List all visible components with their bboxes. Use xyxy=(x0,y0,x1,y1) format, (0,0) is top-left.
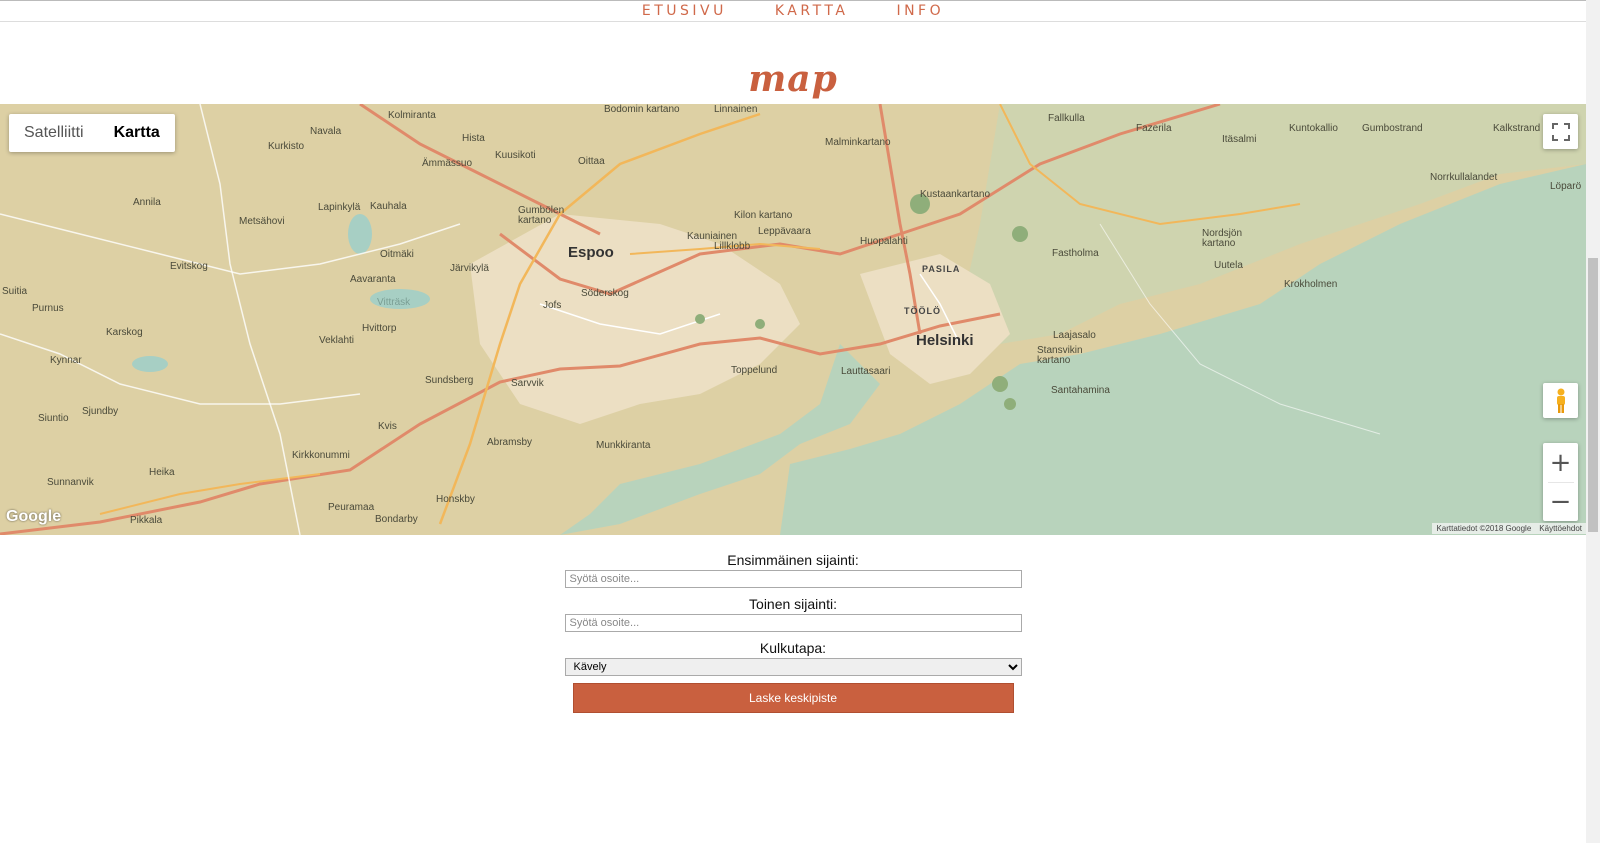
map-label: Kolmiranta xyxy=(388,110,436,121)
map-label: Jofs xyxy=(543,300,562,311)
map-label: Oitmäki xyxy=(380,249,414,260)
site-logo[interactable]: map xyxy=(0,58,1586,100)
fullscreen-button[interactable] xyxy=(1543,114,1578,149)
map-label: Stansvikin kartano xyxy=(1037,345,1083,366)
map-label: Evitskog xyxy=(170,261,208,272)
map-label: Pikkala xyxy=(130,515,163,526)
map-label-pasila: PASILA xyxy=(922,264,961,274)
map-label: Lauttasaari xyxy=(841,366,891,377)
map-label-helsinki: Helsinki xyxy=(916,332,974,349)
map-label: Fazerila xyxy=(1136,123,1172,134)
fullscreen-icon xyxy=(1551,122,1570,141)
map-label: Järvikylä xyxy=(450,263,489,274)
map-label: Huopalahti xyxy=(860,236,908,247)
travel-mode-select[interactable]: Kävely xyxy=(564,658,1022,676)
top-nav: ETUSIVU KARTTA INFO xyxy=(0,0,1586,22)
map-label: Kilon kartano xyxy=(734,210,793,221)
map-label: Hista xyxy=(462,133,485,144)
second-location-input[interactable] xyxy=(564,614,1022,632)
map-label: Kvis xyxy=(378,421,397,432)
map-label: Vitträsk xyxy=(377,297,411,308)
map-label: Löparö xyxy=(1550,181,1582,192)
street-view-button[interactable] xyxy=(1543,383,1578,418)
map-label: Purnus xyxy=(32,303,64,314)
map-label: Toppelund xyxy=(731,365,778,376)
map-label: Lillklobb xyxy=(714,241,751,252)
map-tab[interactable]: Kartta xyxy=(99,114,175,152)
map-label: Ämmässuo xyxy=(422,158,473,169)
map-label: Krokholmen xyxy=(1284,279,1338,290)
map-label: Suitia xyxy=(2,286,28,297)
map-label: Leppävaara xyxy=(758,226,811,237)
map-label: Santahamina xyxy=(1051,385,1110,396)
map-label: Sundsberg xyxy=(425,375,474,386)
map-label: Gumbostrand xyxy=(1362,123,1423,134)
map-attribution: Karttatiedot ©2018 Google Käyttöehdot xyxy=(1432,523,1586,534)
map-label: Sunnanvik xyxy=(47,477,94,488)
nav-link-kartta[interactable]: KARTTA xyxy=(775,3,849,19)
map-label: Gumbölen kartano xyxy=(518,205,565,226)
map-label: Honskby xyxy=(436,494,475,505)
map-label-toolo: TÖÖLÖ xyxy=(904,306,941,316)
map-data-credit: Karttatiedot ©2018 Google xyxy=(1436,524,1532,533)
map-label: Peuramaa xyxy=(328,502,375,513)
map-label: Heika xyxy=(149,467,175,478)
map-label: Annila xyxy=(133,197,161,208)
map-label: Lapinkylä xyxy=(318,202,361,213)
zoom-in-button[interactable]: + xyxy=(1543,444,1578,482)
pegman-icon xyxy=(1556,388,1565,413)
midpoint-form: Ensimmäinen sijainti: Toinen sijainti: K… xyxy=(0,550,1586,713)
map-label: Norrkullalandet xyxy=(1430,172,1498,183)
map-label: Veklahti xyxy=(319,335,355,346)
map-label: Sarvvik xyxy=(511,378,544,389)
map-background xyxy=(0,104,1586,535)
map-label: Karskog xyxy=(106,327,143,338)
first-location-label: Ensimmäinen sijainti: xyxy=(727,552,859,568)
second-location-label: Toinen sijainti: xyxy=(749,596,837,612)
map-label: Kuusikoti xyxy=(495,150,536,161)
zoom-controls: + − xyxy=(1543,443,1578,521)
map-label: Navala xyxy=(310,126,342,137)
map-label: Kuntokallio xyxy=(1289,123,1338,134)
map-label: Linnainen xyxy=(714,104,758,115)
map-label: Kauhala xyxy=(370,201,407,212)
map-label: Hvittorp xyxy=(362,323,397,334)
travel-mode-label: Kulkutapa: xyxy=(759,640,827,656)
map-label: Kirkkonummi xyxy=(292,450,350,461)
map-label: Kurkisto xyxy=(268,141,305,152)
map-label: Abramsby xyxy=(487,437,533,448)
nav-link-etusivu[interactable]: ETUSIVU xyxy=(642,3,727,19)
map-label: Metsähovi xyxy=(239,216,285,227)
map-label: Kalkstrand xyxy=(1493,123,1541,134)
map-type-toggle: Satelliitti Kartta xyxy=(9,114,175,152)
first-location-input[interactable] xyxy=(564,570,1022,588)
google-logo[interactable]: Google xyxy=(6,508,61,526)
map-label: Sjundby xyxy=(82,406,119,417)
map-label: Söderskog xyxy=(581,288,629,299)
map-label: Uutela xyxy=(1214,260,1243,271)
map-label: Kynnar xyxy=(50,355,82,366)
map-label: Aavaranta xyxy=(350,274,396,285)
map-view[interactable]: Kolmiranta Navala Kurkisto Yovilä Hista … xyxy=(0,104,1586,535)
map-label: Munkkiranta xyxy=(596,440,651,451)
scrollbar-thumb[interactable] xyxy=(1588,258,1598,532)
map-label: Malminkartano xyxy=(825,137,891,148)
map-label: Nordsjön kartano xyxy=(1202,228,1243,249)
map-label: Oittaa xyxy=(578,156,605,167)
map-label: Fastholma xyxy=(1052,248,1099,259)
satellite-tab[interactable]: Satelliitti xyxy=(9,114,99,152)
map-label: Laajasalo xyxy=(1053,330,1096,341)
calculate-midpoint-button[interactable]: Laske keskipiste xyxy=(572,683,1014,713)
zoom-out-button[interactable]: − xyxy=(1543,483,1578,521)
map-label: Bondarby xyxy=(375,514,418,525)
map-label: Bodomin kartano xyxy=(604,104,680,115)
terms-link[interactable]: Käyttöehdot xyxy=(1539,524,1582,533)
map-label-espoo: Espoo xyxy=(568,244,614,261)
map-label: Fallkulla xyxy=(1048,113,1085,124)
map-label: Itäsalmi xyxy=(1222,134,1257,145)
map-label: Kustaankartano xyxy=(920,189,991,200)
map-label: Siuntio xyxy=(38,413,69,424)
nav-link-info[interactable]: INFO xyxy=(896,3,944,19)
